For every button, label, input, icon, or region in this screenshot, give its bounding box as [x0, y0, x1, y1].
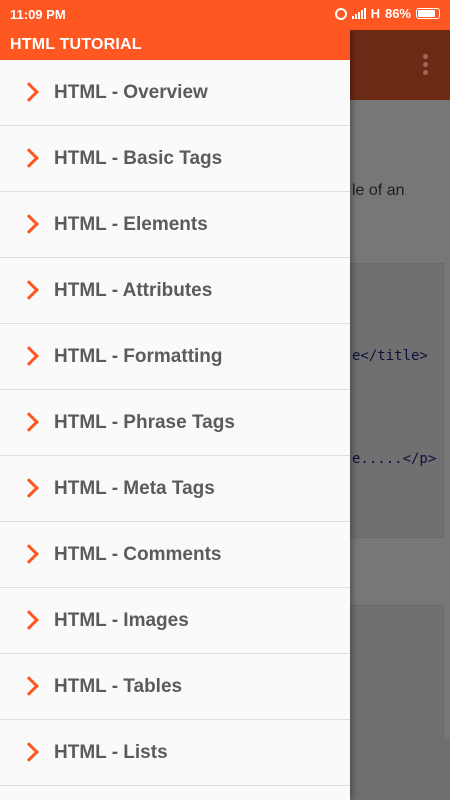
drawer-item-overview[interactable]: HTML - Overview	[0, 60, 350, 126]
chevron-right-icon	[19, 477, 39, 498]
drawer-menu: HTML - Overview HTML - Basic Tags HTML -…	[0, 60, 350, 786]
battery-icon	[416, 8, 440, 19]
drawer-item-label: HTML - Overview	[54, 81, 208, 103]
battery-percent: 86%	[384, 6, 411, 21]
drawer-item-label: HTML - Images	[54, 609, 189, 631]
chevron-right-icon	[19, 675, 39, 696]
drawer-item-basic-tags[interactable]: HTML - Basic Tags	[0, 126, 350, 192]
chevron-right-icon	[19, 279, 39, 300]
drawer-item-comments[interactable]: HTML - Comments	[0, 522, 350, 588]
drawer-item-phrase-tags[interactable]: HTML - Phrase Tags	[0, 390, 350, 456]
chevron-right-icon	[19, 345, 39, 366]
chevron-right-icon	[19, 81, 39, 102]
status-time: 11:09 PM	[10, 7, 66, 22]
chevron-right-icon	[19, 147, 39, 168]
background-code-box	[340, 263, 444, 538]
drawer-item-label: HTML - Basic Tags	[54, 147, 223, 169]
app-screen: 11:09 PM H 86% le of an e</title> e.....…	[0, 0, 450, 800]
overflow-menu-icon	[423, 54, 428, 75]
drawer-item-label: HTML - Attributes	[54, 279, 213, 301]
drawer-item-lists[interactable]: HTML - Lists	[0, 720, 350, 786]
chevron-right-icon	[19, 543, 39, 564]
drawer-item-attributes[interactable]: HTML - Attributes	[0, 258, 350, 324]
drawer-item-label: HTML - Comments	[54, 543, 222, 565]
chevron-right-icon	[19, 411, 39, 432]
drawer-item-tables[interactable]: HTML - Tables	[0, 654, 350, 720]
drawer-item-elements[interactable]: HTML - Elements	[0, 192, 350, 258]
drawer-item-label: HTML - Meta Tags	[54, 477, 215, 499]
drawer-item-label: HTML - Elements	[54, 213, 208, 235]
background-code-line: e</title>	[352, 348, 428, 364]
drawer-item-label: HTML - Lists	[54, 741, 168, 763]
status-indicators: H 86%	[334, 6, 440, 21]
drawer-item-formatting[interactable]: HTML - Formatting	[0, 324, 350, 390]
navigation-drawer: HTML TUTORIAL HTML - Overview HTML - Bas…	[0, 30, 350, 800]
signal-icon	[351, 8, 366, 19]
chevron-right-icon	[19, 213, 39, 234]
alarm-icon	[334, 7, 347, 20]
battery-fill	[418, 10, 436, 17]
drawer-item-label: HTML - Formatting	[54, 345, 223, 367]
drawer-item-images[interactable]: HTML - Images	[0, 588, 350, 654]
drawer-item-label: HTML - Tables	[54, 675, 183, 697]
status-bar: 11:09 PM H 86%	[0, 0, 450, 30]
chevron-right-icon	[19, 609, 39, 630]
network-type: H	[370, 6, 380, 21]
chevron-right-icon	[19, 741, 39, 762]
drawer-item-meta-tags[interactable]: HTML - Meta Tags	[0, 456, 350, 522]
background-text: le of an	[352, 182, 405, 199]
background-code-line: e.....</p>	[352, 451, 437, 467]
drawer-item-label: HTML - Phrase Tags	[54, 411, 235, 433]
background-code-box	[340, 605, 444, 742]
drawer-title: HTML TUTORIAL	[0, 30, 350, 60]
